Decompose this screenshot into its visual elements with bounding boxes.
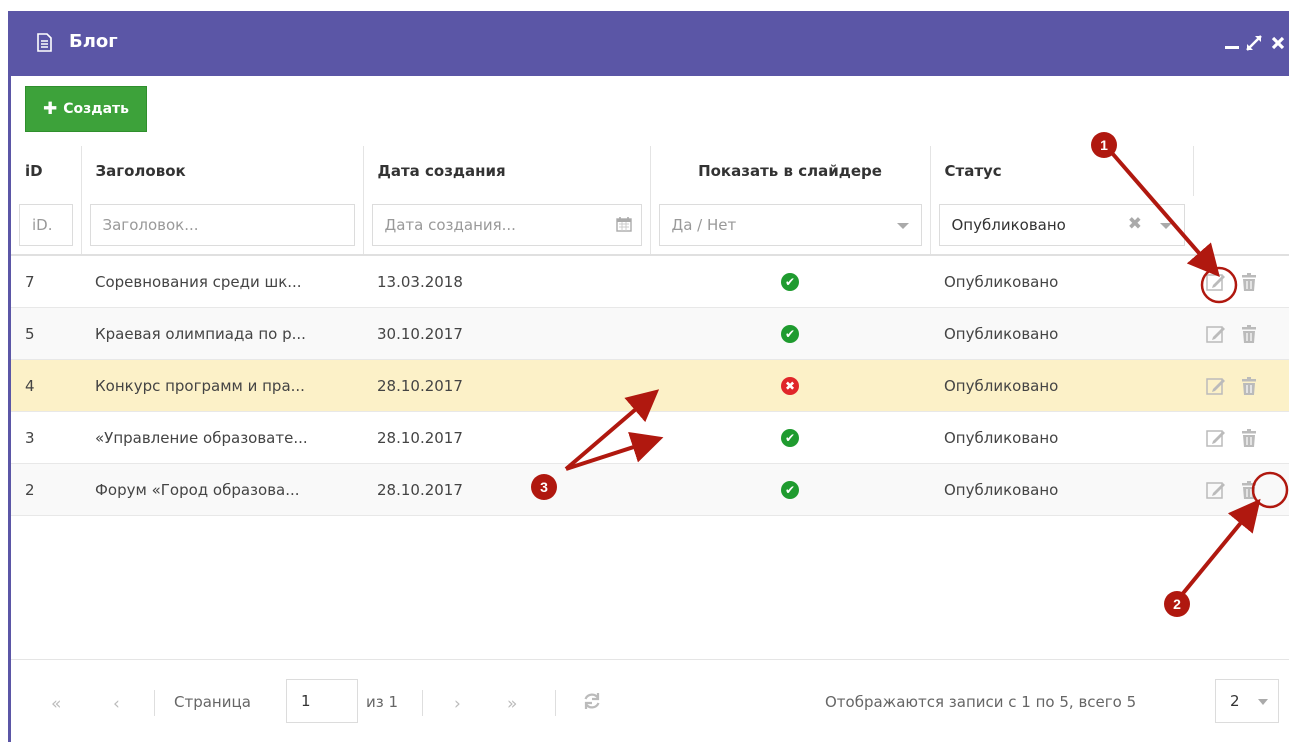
- filter-title-input[interactable]: Заголовок...: [89, 204, 355, 246]
- calendar-icon[interactable]: [615, 216, 632, 232]
- page-size-value: 2: [1230, 692, 1240, 710]
- filter-status-select[interactable]: Опубликовано ✖: [938, 204, 1185, 246]
- cell-date: 30.10.2017: [363, 307, 650, 360]
- column-header-id[interactable]: iD: [11, 146, 82, 196]
- check-circle-icon: ✔: [781, 325, 799, 343]
- edit-icon[interactable]: [1205, 271, 1227, 293]
- chevron-down-icon: [1160, 223, 1172, 229]
- cell-title: Форум «Город образова...: [81, 463, 363, 516]
- trash-icon[interactable]: [1238, 271, 1260, 293]
- window-title: Блог: [69, 31, 118, 52]
- trash-icon[interactable]: [1238, 323, 1260, 345]
- table-row-selected[interactable]: 4 Конкурс программ и пра... 28.10.2017 ✖…: [11, 359, 1289, 412]
- trash-icon[interactable]: [1238, 375, 1260, 397]
- maximize-icon[interactable]: [1243, 33, 1265, 53]
- cell-title: Соревнования среди шк...: [81, 255, 363, 308]
- pager-divider: [422, 690, 423, 716]
- minimize-icon[interactable]: [1221, 33, 1243, 53]
- page-size-select[interactable]: 2: [1215, 679, 1279, 723]
- edit-icon[interactable]: [1205, 427, 1227, 449]
- chevron-down-icon: [1258, 699, 1268, 705]
- last-page-icon[interactable]: »: [507, 694, 517, 714]
- cross-circle-icon: ✖: [781, 377, 799, 395]
- blog-window: Блог ✚ Создать iD Заголовок Дата создани…: [8, 11, 1289, 742]
- trash-icon[interactable]: [1238, 479, 1260, 501]
- filter-created-placeholder: Дата создания...: [384, 216, 516, 234]
- cell-status: Опубликовано: [930, 463, 1193, 516]
- cell-id: 7: [11, 255, 81, 308]
- cell-date: 28.10.2017: [363, 359, 650, 412]
- cell-date: 28.10.2017: [363, 463, 650, 516]
- column-header-actions: [1193, 146, 1289, 196]
- refresh-icon[interactable]: [582, 691, 602, 711]
- filter-slider-select[interactable]: Да / Нет: [658, 204, 922, 246]
- pager-divider: [555, 690, 556, 716]
- edit-icon[interactable]: [1205, 479, 1227, 501]
- column-header-status[interactable]: Статус: [930, 146, 1194, 196]
- cell-status: Опубликовано: [930, 307, 1193, 360]
- next-page-icon[interactable]: ›: [454, 694, 461, 714]
- page-number-input[interactable]: 1: [286, 679, 358, 723]
- cell-date: 13.03.2018: [363, 255, 650, 308]
- page-total-label: из 1: [366, 693, 399, 711]
- close-icon[interactable]: [1267, 33, 1289, 53]
- cell-status: Опубликовано: [930, 411, 1193, 464]
- document-icon: [37, 33, 52, 52]
- filter-id-input[interactable]: iD.: [19, 204, 73, 246]
- create-button-label: Создать: [63, 101, 129, 117]
- cell-status: Опубликовано: [930, 359, 1193, 412]
- page-label: Страница: [174, 693, 251, 711]
- cell-id: 5: [11, 307, 81, 360]
- first-page-icon[interactable]: «: [51, 694, 61, 714]
- cell-title: «Управление образовате...: [81, 411, 363, 464]
- annotation-badge-3: 3: [531, 474, 557, 500]
- records-info: Отображаются записи с 1 по 5, всего 5: [825, 693, 1137, 711]
- prev-page-icon[interactable]: ‹: [113, 694, 120, 714]
- cell-status: Опубликовано: [930, 255, 1193, 308]
- plus-icon: ✚: [43, 99, 58, 119]
- edit-icon[interactable]: [1205, 375, 1227, 397]
- clear-filter-icon[interactable]: ✖: [1128, 214, 1142, 234]
- blog-table: iD Заголовок Дата создания Показать в сл…: [11, 146, 1289, 516]
- check-circle-icon: ✔: [781, 481, 799, 499]
- cell-id: 2: [11, 463, 81, 516]
- cell-id: 4: [11, 359, 81, 412]
- table-row[interactable]: 5 Краевая олимпиада по р... 30.10.2017 ✔…: [11, 307, 1289, 360]
- trash-icon[interactable]: [1238, 427, 1260, 449]
- cell-date: 28.10.2017: [363, 411, 650, 464]
- column-header-created[interactable]: Дата создания: [363, 146, 651, 196]
- filter-slider-placeholder: Да / Нет: [671, 216, 737, 234]
- cell-title: Краевая олимпиада по р...: [81, 307, 363, 360]
- filter-created-input[interactable]: Дата создания...: [371, 204, 642, 246]
- check-circle-icon: ✔: [781, 273, 799, 291]
- pager-divider: [154, 690, 155, 716]
- table-row[interactable]: 2 Форум «Город образова... 28.10.2017 ✔ …: [11, 463, 1289, 516]
- table-row[interactable]: 3 «Управление образовате... 28.10.2017 ✔…: [11, 411, 1289, 464]
- column-header-slider[interactable]: Показать в слайдере: [650, 146, 931, 196]
- filter-status-value: Опубликовано: [951, 216, 1066, 234]
- table-row[interactable]: 7 Соревнования среди шк... 13.03.2018 ✔ …: [11, 255, 1289, 308]
- create-button[interactable]: ✚ Создать: [25, 86, 147, 132]
- chevron-down-icon: [896, 223, 909, 229]
- window-titlebar: Блог: [11, 11, 1289, 76]
- column-header-title[interactable]: Заголовок: [81, 146, 364, 196]
- cell-id: 3: [11, 411, 81, 464]
- check-circle-icon: ✔: [781, 429, 799, 447]
- annotation-badge-2: 2: [1164, 591, 1190, 617]
- annotation-badge-1: 1: [1091, 132, 1117, 158]
- cell-title: Конкурс программ и пра...: [81, 359, 363, 412]
- edit-icon[interactable]: [1205, 323, 1227, 345]
- pager: « ‹ Страница 1 из 1 › » Отображаются зап…: [11, 659, 1289, 743]
